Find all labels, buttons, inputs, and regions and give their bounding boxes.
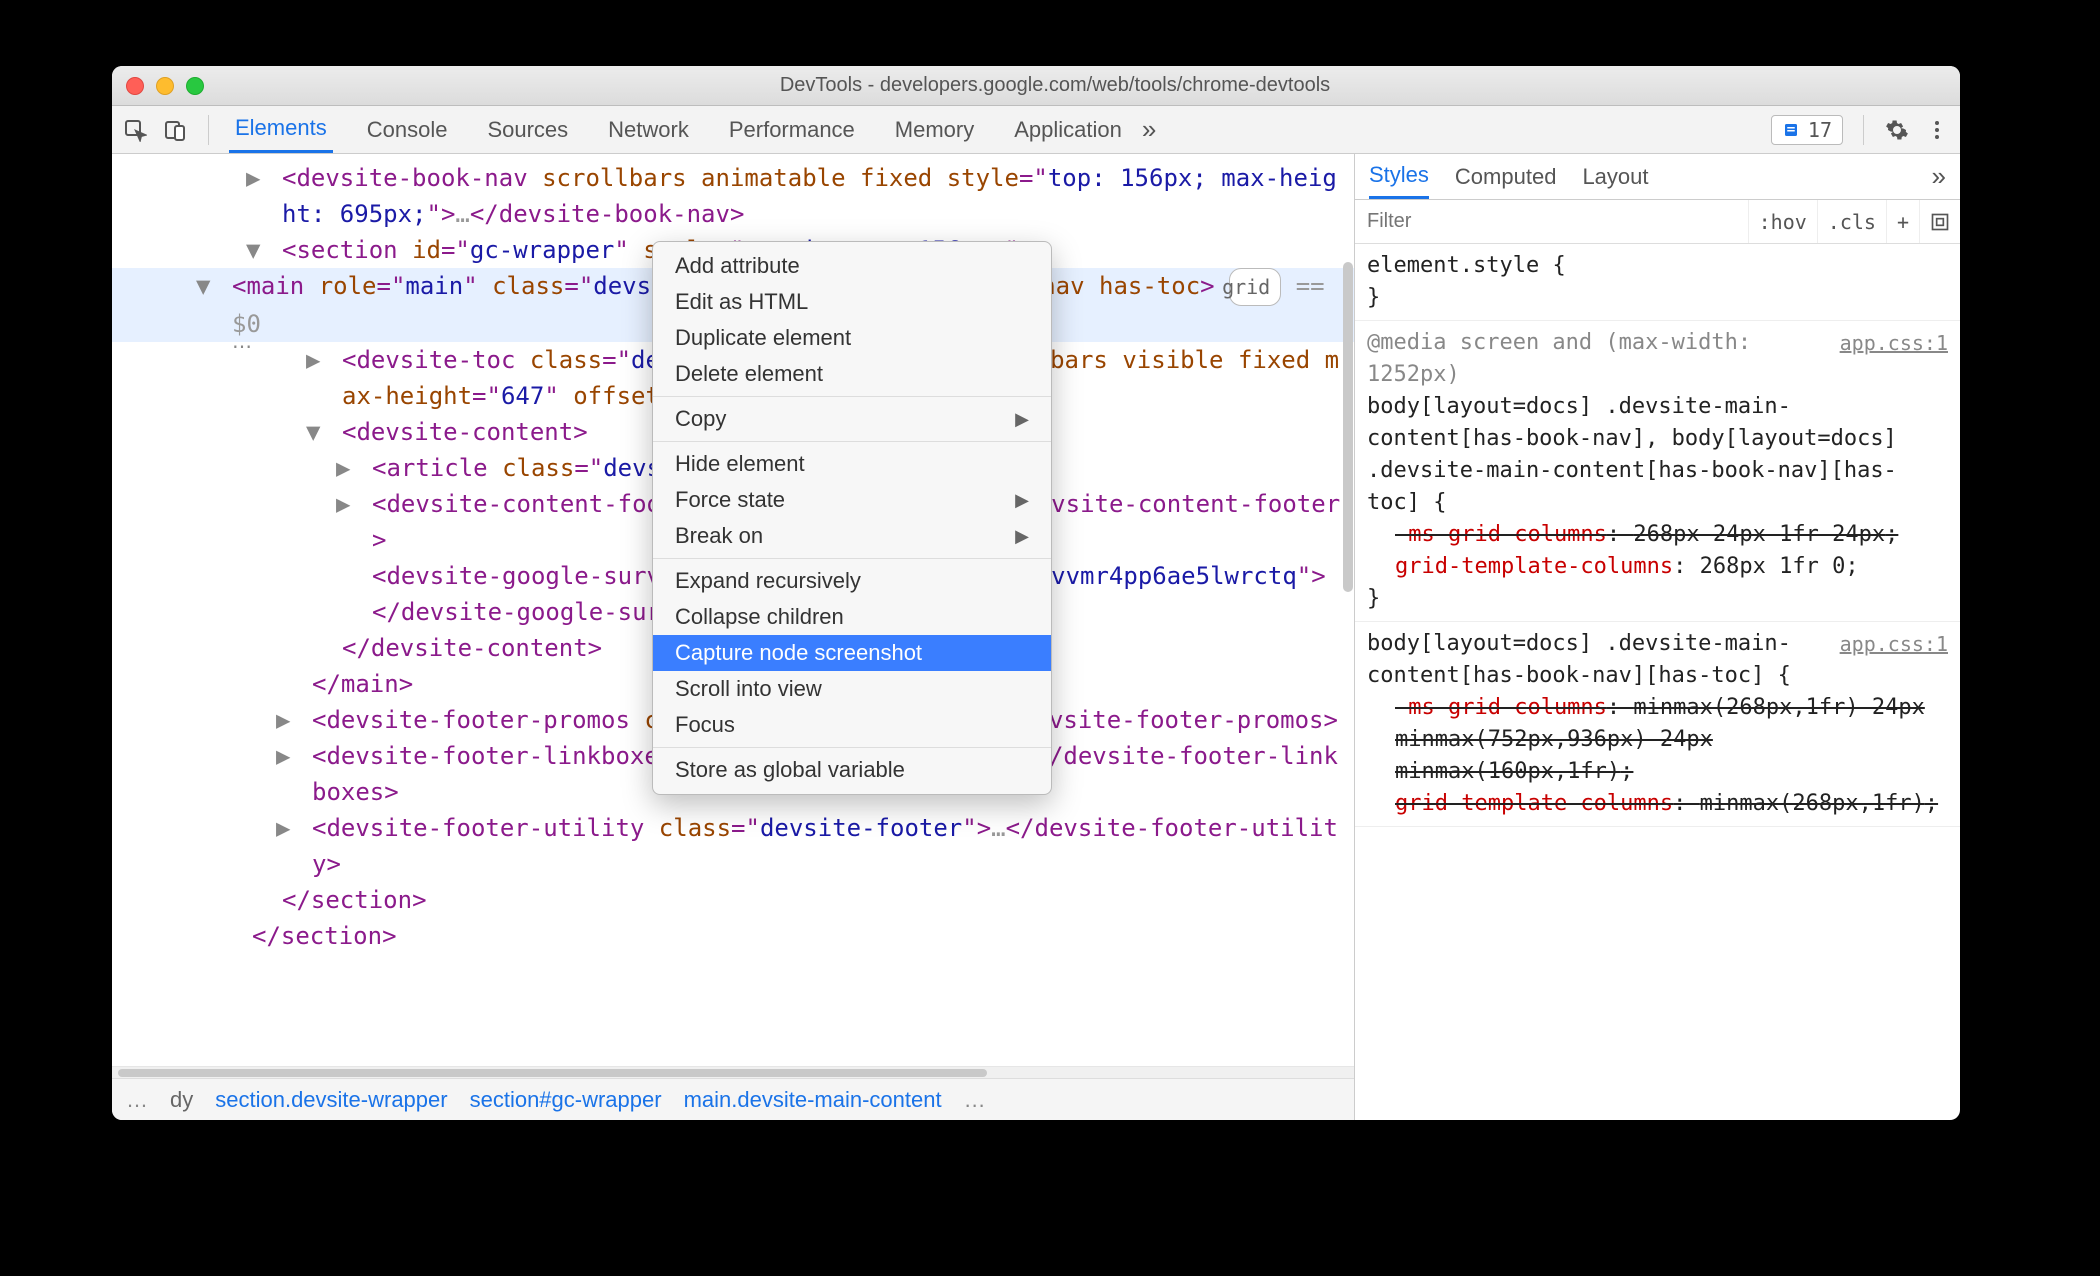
context-menu-item[interactable]: Store as global variable	[653, 752, 1051, 788]
context-menu-item[interactable]: Add attribute	[653, 248, 1051, 284]
context-menu-item[interactable]: Hide element	[653, 446, 1051, 482]
cls-toggle[interactable]: .cls	[1817, 200, 1886, 243]
context-menu-item[interactable]: Edit as HTML	[653, 284, 1051, 320]
context-menu-item[interactable]: Scroll into view	[653, 671, 1051, 707]
styles-filterbar: :hov .cls +	[1355, 200, 1960, 244]
styles-tab-styles[interactable]: Styles	[1369, 154, 1429, 199]
new-rule-button[interactable]: +	[1886, 200, 1919, 243]
tab-network[interactable]: Network	[602, 106, 695, 153]
tab-memory[interactable]: Memory	[889, 106, 980, 153]
context-menu-item[interactable]: Duplicate element	[653, 320, 1051, 356]
issues-count: 17	[1808, 118, 1832, 142]
source-link[interactable]: app.css:1	[1840, 327, 1948, 359]
elements-scrollbar[interactable]	[1342, 202, 1354, 602]
styles-tabs-overflow-icon[interactable]: »	[1932, 161, 1946, 192]
main-toolbar: Elements Console Sources Network Performance…	[112, 106, 1960, 154]
styles-tabs: Styles Computed Layout »	[1355, 154, 1960, 200]
context-menu-separator	[653, 396, 1051, 397]
main-tabs: Elements Console Sources Network Performance…	[229, 106, 1128, 153]
styles-filter-input[interactable]	[1355, 200, 1748, 243]
context-menu-separator	[653, 441, 1051, 442]
elements-hscrollbar-thumb[interactable]	[118, 1069, 987, 1077]
elements-scrollbar-thumb[interactable]	[1343, 262, 1353, 592]
zoom-window-button[interactable]	[186, 77, 204, 95]
context-menu-item[interactable]: Focus	[653, 707, 1051, 743]
context-menu-item[interactable]: Force state▶	[653, 482, 1051, 518]
tab-elements[interactable]: Elements	[229, 106, 333, 153]
styles-tab-computed[interactable]: Computed	[1455, 154, 1557, 199]
breadcrumb-item[interactable]: section.devsite-wrapper	[215, 1087, 447, 1113]
context-menu-item[interactable]: Delete element	[653, 356, 1051, 392]
context-menu-item[interactable]: Collapse children	[653, 599, 1051, 635]
dom-row[interactable]: </section>	[192, 918, 1344, 954]
inspect-icon[interactable]	[122, 117, 148, 143]
settings-icon[interactable]	[1884, 117, 1910, 143]
context-menu-item[interactable]: Break on▶	[653, 518, 1051, 554]
context-menu-item[interactable]: Expand recursively	[653, 563, 1051, 599]
style-rule[interactable]: app.css:1body[layout=docs] .devsite-main…	[1355, 622, 1960, 827]
tab-console[interactable]: Console	[361, 106, 454, 153]
toolbar-divider	[1863, 115, 1864, 145]
context-menu-item[interactable]: Capture node screenshot	[653, 635, 1051, 671]
dom-row[interactable]: ▶<devsite-footer-utility class="devsite-…	[192, 810, 1344, 882]
window-title: DevTools - developers.google.com/web/too…	[224, 74, 1946, 97]
context-menu-item[interactable]: Copy▶	[653, 401, 1051, 437]
dom-row[interactable]: ▶<devsite-book-nav scrollbars animatable…	[192, 160, 1344, 232]
tab-application[interactable]: Application	[1008, 106, 1128, 153]
tab-sources[interactable]: Sources	[481, 106, 574, 153]
issues-badge[interactable]: 17	[1771, 115, 1843, 145]
breadcrumb-overflow[interactable]: …	[964, 1087, 986, 1113]
more-icon[interactable]	[1924, 117, 1950, 143]
toolbar-divider	[208, 115, 209, 145]
computed-box-icon[interactable]	[1919, 200, 1960, 243]
style-rule[interactable]: app.css:1@media screen and (max-width: 1…	[1355, 321, 1960, 622]
minimize-window-button[interactable]	[156, 77, 174, 95]
issues-icon	[1782, 121, 1800, 139]
style-rule[interactable]: element.style {}	[1355, 244, 1960, 321]
tabs-overflow-icon[interactable]: »	[1142, 114, 1156, 145]
titlebar: DevTools - developers.google.com/web/too…	[112, 66, 1960, 106]
breadcrumb-item[interactable]: dy	[170, 1087, 193, 1113]
device-toggle-icon[interactable]	[162, 117, 188, 143]
devtools-window: DevTools - developers.google.com/web/too…	[112, 66, 1960, 1120]
tab-performance[interactable]: Performance	[723, 106, 861, 153]
dom-row[interactable]: </section>	[192, 882, 1344, 918]
breadcrumb-overflow[interactable]: …	[126, 1087, 148, 1113]
source-link[interactable]: app.css:1	[1840, 628, 1948, 660]
styles-body[interactable]: element.style {}app.css:1@media screen a…	[1355, 244, 1960, 1120]
context-menu-separator	[653, 747, 1051, 748]
context-menu: Add attributeEdit as HTMLDuplicate eleme…	[652, 241, 1052, 795]
traffic-lights	[126, 77, 204, 95]
styles-panel: Styles Computed Layout » :hov .cls + elemen…	[1354, 154, 1960, 1120]
close-window-button[interactable]	[126, 77, 144, 95]
toolbar-right: 17	[1771, 115, 1950, 145]
styles-tab-layout[interactable]: Layout	[1582, 154, 1648, 199]
hov-toggle[interactable]: :hov	[1748, 200, 1817, 243]
breadcrumb-item[interactable]: section#gc-wrapper	[470, 1087, 662, 1113]
elements-hscrollbar[interactable]	[112, 1066, 1354, 1078]
breadcrumb: … dy section.devsite-wrapper section#gc-wra…	[112, 1078, 1354, 1120]
breadcrumb-item[interactable]: main.devsite-main-content	[684, 1087, 942, 1113]
context-menu-separator	[653, 558, 1051, 559]
